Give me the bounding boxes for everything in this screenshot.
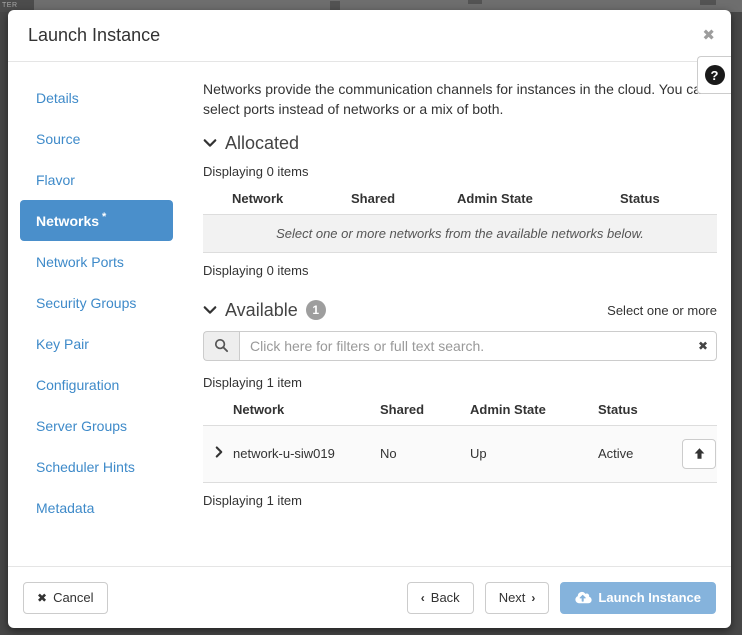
cell-network-name: network-u-siw019 (233, 425, 380, 482)
required-asterisk: * (102, 211, 106, 223)
available-count-badge: 1 (306, 300, 326, 320)
sidebar-item-security-groups[interactable]: Security Groups (20, 282, 173, 323)
row-expander-cell (203, 425, 233, 482)
sidebar-item-network-ports[interactable]: Network Ports (20, 241, 173, 282)
allocated-count-top: Displaying 0 items (203, 164, 717, 179)
search-field-wrap: ✖ (239, 331, 717, 361)
wizard-sidebar: Details Source Flavor Networks * Network… (8, 62, 203, 566)
sidebar-item-key-pair[interactable]: Key Pair (20, 323, 173, 364)
filter-search-bar: ✖ (203, 331, 717, 361)
search-addon (203, 331, 239, 361)
available-table: Network Shared Admin State Status (203, 396, 717, 483)
allocate-network-button[interactable] (682, 439, 716, 469)
x-icon: ✖ (37, 591, 47, 605)
sidebar-item-scheduler-hints[interactable]: Scheduler Hints (20, 446, 173, 487)
chevron-down-icon[interactable] (203, 303, 217, 317)
background-fragment (700, 0, 716, 5)
column-header-status: Status (620, 185, 717, 215)
clear-search-icon[interactable]: ✖ (698, 340, 708, 352)
arrow-up-icon (693, 447, 706, 460)
modal-header: Launch Instance ✖ (8, 10, 731, 62)
question-circle-icon: ? (705, 65, 725, 85)
column-header-shared: Shared (380, 396, 470, 426)
background-fragment (468, 0, 482, 4)
allocated-empty-message: Select one or more networks from the ava… (203, 214, 717, 252)
step-description: Networks provide the communication chann… (203, 79, 717, 120)
next-button[interactable]: Next › (485, 582, 550, 614)
modal-body: Details Source Flavor Networks * Network… (8, 62, 731, 566)
select-hint: Select one or more (607, 303, 717, 318)
column-header-admin-state: Admin State (470, 396, 598, 426)
cell-admin-state: Up (470, 425, 598, 482)
search-icon (214, 338, 229, 353)
wizard-nav-buttons: ‹ Back Next › Launch Instance (407, 582, 716, 614)
available-network-row: network-u-siw019 No Up Active (203, 425, 717, 482)
search-input[interactable] (239, 331, 717, 361)
chevron-right-icon: › (531, 591, 535, 605)
allocated-heading: Allocated (225, 133, 299, 154)
background-fragment (330, 1, 340, 10)
column-header-admin-state: Admin State (457, 185, 620, 215)
chevron-down-icon[interactable] (203, 136, 217, 150)
sidebar-item-networks[interactable]: Networks * (20, 200, 173, 241)
column-header-shared: Shared (351, 185, 457, 215)
sidebar-item-flavor[interactable]: Flavor (20, 159, 173, 200)
back-button[interactable]: ‹ Back (407, 582, 474, 614)
row-actions-cell (682, 425, 717, 482)
cell-status: Active (598, 425, 682, 482)
launch-instance-modal: Launch Instance ✖ ? Details Source Flavo… (8, 10, 731, 628)
allocated-empty-row: Select one or more networks from the ava… (203, 214, 717, 252)
column-header-network: Network (233, 396, 380, 426)
allocated-section-header: Allocated (203, 133, 717, 154)
cell-shared: No (380, 425, 470, 482)
networks-step-content: Networks provide the communication chann… (203, 62, 731, 566)
launch-instance-button[interactable]: Launch Instance (560, 582, 716, 614)
available-heading: Available (225, 300, 298, 321)
allocated-count-bottom: Displaying 0 items (203, 263, 717, 278)
column-header-status: Status (598, 396, 682, 426)
cloud-upload-icon (575, 591, 592, 604)
column-header-network: Network (203, 185, 351, 215)
sidebar-item-configuration[interactable]: Configuration (20, 364, 173, 405)
cancel-button[interactable]: ✖ Cancel (23, 582, 108, 614)
sidebar-item-server-groups[interactable]: Server Groups (20, 405, 173, 446)
sidebar-item-details[interactable]: Details (20, 77, 173, 118)
available-count-bottom: Displaying 1 item (203, 493, 717, 508)
sidebar-item-metadata[interactable]: Metadata (20, 487, 173, 528)
column-header-actions (682, 396, 717, 426)
available-count-top: Displaying 1 item (203, 375, 717, 390)
chevron-left-icon: ‹ (421, 591, 425, 605)
help-button[interactable]: ? (697, 56, 731, 94)
modal-footer: ✖ Cancel ‹ Back Next › Launch Instance (8, 566, 731, 628)
column-header-expander (203, 396, 233, 426)
modal-title: Launch Instance (28, 25, 160, 46)
allocated-table: Network Shared Admin State Status Select… (203, 185, 717, 253)
available-section-header: Available 1 Select one or more (203, 300, 717, 321)
sidebar-item-source[interactable]: Source (20, 118, 173, 159)
chevron-right-icon[interactable] (213, 446, 225, 458)
close-icon[interactable]: ✖ (702, 28, 715, 43)
